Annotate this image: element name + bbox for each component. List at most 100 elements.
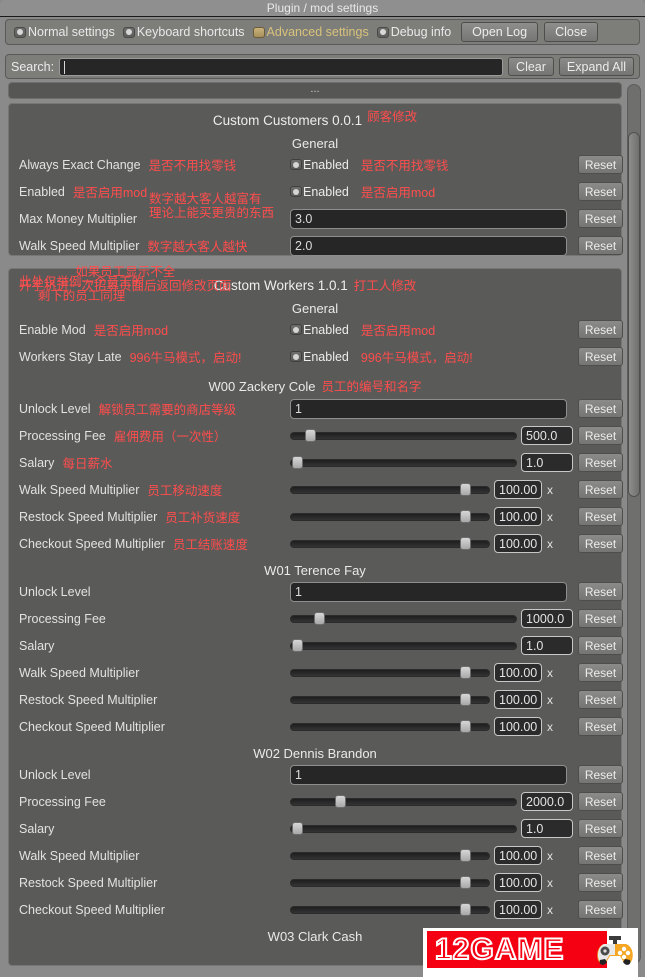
reset-button[interactable]: Reset bbox=[578, 636, 623, 655]
slider-control[interactable] bbox=[290, 426, 517, 446]
numeric-input[interactable]: 1.0 bbox=[521, 819, 573, 838]
reset-button[interactable]: Reset bbox=[578, 873, 623, 892]
window-title: Plugin / mod settings bbox=[0, 0, 645, 17]
reset-button[interactable]: Reset bbox=[578, 507, 623, 526]
slider-control[interactable] bbox=[290, 873, 490, 893]
reset-button[interactable]: Reset bbox=[578, 320, 623, 339]
setting-label: Restock Speed Multiplier bbox=[19, 875, 158, 890]
numeric-input[interactable]: 2000.0 bbox=[521, 792, 573, 811]
reset-button[interactable]: Reset bbox=[578, 399, 623, 418]
reset-button[interactable]: Reset bbox=[578, 209, 623, 228]
slider-control[interactable] bbox=[290, 900, 490, 920]
slider-thumb[interactable] bbox=[460, 849, 471, 862]
slider-thumb[interactable] bbox=[460, 876, 471, 889]
reset-button[interactable]: Reset bbox=[578, 717, 623, 736]
slider-control[interactable] bbox=[290, 636, 517, 656]
slider-thumb[interactable] bbox=[292, 456, 303, 469]
numeric-input[interactable]: 100.00 bbox=[494, 507, 542, 526]
reset-button[interactable]: Reset bbox=[578, 609, 623, 628]
numeric-input[interactable]: 100.00 bbox=[494, 690, 542, 709]
slider-thumb[interactable] bbox=[460, 510, 471, 523]
reset-button[interactable]: Reset bbox=[578, 765, 623, 784]
checkbox-toggle[interactable]: Enabled bbox=[290, 185, 349, 199]
slider-control[interactable] bbox=[290, 453, 517, 473]
numeric-input[interactable]: 100.00 bbox=[494, 900, 542, 919]
checkbox-toggle[interactable]: Enabled bbox=[290, 323, 349, 337]
worker-title-text: W01 Terence Fay bbox=[264, 563, 366, 578]
text-input[interactable]: 1 bbox=[290, 398, 567, 419]
slider-thumb[interactable] bbox=[460, 483, 471, 496]
numeric-input[interactable]: 100.00 bbox=[494, 663, 542, 682]
numeric-input[interactable]: 100.00 bbox=[494, 534, 542, 553]
slider-thumb[interactable] bbox=[460, 537, 471, 550]
numeric-input[interactable]: 100.00 bbox=[494, 717, 542, 736]
slider-thumb[interactable] bbox=[314, 612, 325, 625]
reset-button[interactable]: Reset bbox=[578, 182, 623, 201]
slider-thumb[interactable] bbox=[305, 429, 316, 442]
reset-button[interactable]: Reset bbox=[578, 480, 623, 499]
slider-control[interactable] bbox=[290, 480, 490, 500]
slider-thumb[interactable] bbox=[460, 666, 471, 679]
reset-button[interactable]: Reset bbox=[578, 534, 623, 553]
checkbox-toggle[interactable]: Enabled bbox=[290, 158, 349, 172]
text-input[interactable]: 1 bbox=[290, 581, 567, 602]
reset-button[interactable]: Reset bbox=[578, 900, 623, 919]
slider-control[interactable] bbox=[290, 507, 490, 527]
slider-control[interactable] bbox=[290, 609, 517, 629]
text-input[interactable]: 1 bbox=[290, 764, 567, 785]
setting-control: 100.00 x bbox=[290, 873, 553, 893]
numeric-input[interactable]: 500.0 bbox=[521, 426, 573, 445]
checkbox-icon bbox=[290, 351, 302, 362]
slider-thumb[interactable] bbox=[292, 822, 303, 835]
numeric-input[interactable]: 1.0 bbox=[521, 636, 573, 655]
expand-all-button[interactable]: Expand All bbox=[558, 57, 634, 76]
search-input[interactable] bbox=[59, 57, 504, 76]
reset-button[interactable]: Reset bbox=[578, 819, 623, 838]
slider-control[interactable] bbox=[290, 690, 490, 710]
text-input[interactable]: 3.0 bbox=[290, 208, 567, 229]
numeric-input[interactable]: 100.00 bbox=[494, 480, 542, 499]
slider-control[interactable] bbox=[290, 717, 490, 737]
slider-control[interactable] bbox=[290, 819, 517, 839]
checkbox-toggle[interactable]: Enabled bbox=[290, 350, 349, 364]
slider-track bbox=[290, 641, 517, 650]
slider-thumb[interactable] bbox=[460, 720, 471, 733]
reset-button[interactable]: Reset bbox=[578, 426, 623, 445]
tab-debug-info[interactable]: Debug info bbox=[373, 22, 455, 42]
reset-button[interactable]: Reset bbox=[578, 155, 623, 174]
tab-keyboard-shortcuts[interactable]: Keyboard shortcuts bbox=[119, 22, 249, 42]
slider-control[interactable] bbox=[290, 792, 517, 812]
text-input[interactable]: 2.0 bbox=[290, 235, 567, 256]
setting-label: Checkout Speed Multiplier bbox=[19, 902, 165, 917]
reset-button[interactable]: Reset bbox=[578, 690, 623, 709]
close-button[interactable]: Close bbox=[544, 22, 599, 42]
setting-annotation: 是否启用mod bbox=[93, 324, 169, 338]
numeric-input[interactable]: 1.0 bbox=[521, 453, 573, 472]
setting-control: 100.00 x bbox=[290, 534, 553, 554]
vertical-scrollbar-thumb[interactable] bbox=[628, 132, 640, 497]
slider-control[interactable] bbox=[290, 534, 490, 554]
slider-thumb[interactable] bbox=[292, 639, 303, 652]
slider-thumb[interactable] bbox=[460, 693, 471, 706]
numeric-input[interactable]: 1000.0 bbox=[521, 609, 573, 628]
slider-thumb[interactable] bbox=[460, 903, 471, 916]
reset-button[interactable]: Reset bbox=[578, 792, 623, 811]
collapsed-section-separator[interactable]: ... bbox=[8, 82, 622, 99]
reset-button[interactable]: Reset bbox=[578, 236, 623, 255]
clear-button[interactable]: Clear bbox=[508, 57, 554, 76]
reset-button[interactable]: Reset bbox=[578, 347, 623, 366]
tab-normal-settings[interactable]: Normal settings bbox=[10, 22, 119, 42]
reset-button[interactable]: Reset bbox=[578, 453, 623, 472]
numeric-input[interactable]: 100.00 bbox=[494, 846, 542, 865]
slider-control[interactable] bbox=[290, 663, 490, 683]
slider-control[interactable] bbox=[290, 846, 490, 866]
reset-button[interactable]: Reset bbox=[578, 846, 623, 865]
open-log-button[interactable]: Open Log bbox=[461, 22, 539, 42]
tab-advanced-settings[interactable]: Advanced settings bbox=[249, 22, 373, 42]
numeric-input[interactable]: 100.00 bbox=[494, 873, 542, 892]
multiplier-unit: x bbox=[547, 509, 553, 524]
tab-label: Normal settings bbox=[28, 25, 115, 39]
reset-button[interactable]: Reset bbox=[578, 582, 623, 601]
slider-thumb[interactable] bbox=[335, 795, 346, 808]
reset-button[interactable]: Reset bbox=[578, 663, 623, 682]
